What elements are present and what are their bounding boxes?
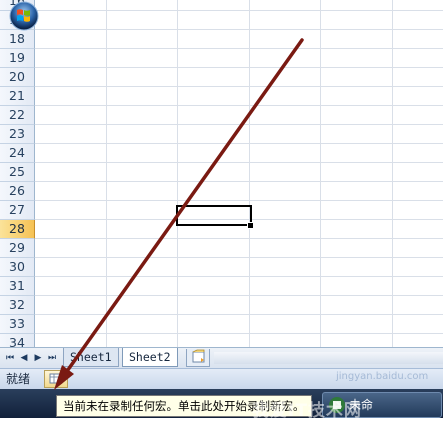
horizontal-scrollbar[interactable] [214, 352, 443, 364]
prev-sheet-nav-button[interactable]: ◀ [18, 351, 30, 365]
row-header[interactable]: 18 [0, 30, 35, 49]
insert-worksheet-icon [192, 349, 205, 363]
row-header[interactable]: 23 [0, 125, 35, 144]
row-header[interactable]: 33 [0, 315, 35, 334]
document-app-icon [329, 397, 345, 413]
row-header[interactable]: 21 [0, 87, 35, 106]
fill-handle[interactable] [247, 222, 254, 229]
grid-row: 24 [0, 144, 443, 163]
grid-row: 33 [0, 315, 443, 334]
row-header[interactable]: 31 [0, 277, 35, 296]
grid-row: 25 [0, 163, 443, 182]
row-header[interactable]: 32 [0, 296, 35, 315]
grid-row: 34 [0, 334, 443, 347]
status-ready-text: 就绪 [6, 372, 31, 386]
tab-sheet1[interactable]: Sheet1 [63, 348, 119, 367]
grid-row: 32 [0, 296, 443, 315]
taskbar-window-label: 未命 [349, 398, 374, 412]
macro-tooltip: 当前未在录制任何宏。单击此处开始录制新宏。 [56, 395, 312, 417]
selected-cell[interactable] [176, 205, 252, 226]
grid-row: 26 [0, 182, 443, 201]
status-bar: 就绪 [0, 368, 443, 389]
record-macro-icon [49, 373, 63, 385]
column-divider [249, 0, 250, 347]
insert-sheet-button[interactable] [186, 349, 210, 367]
grid-row: 20 [0, 68, 443, 87]
grid-row: 30 [0, 258, 443, 277]
row-header[interactable]: 19 [0, 49, 35, 68]
row-header[interactable]: 28 [0, 220, 35, 239]
column-divider [392, 0, 393, 347]
record-macro-button[interactable] [44, 370, 68, 388]
row-header[interactable]: 25 [0, 163, 35, 182]
sheet-tab-bar: ⏮ ◀ ▶ ⏭ Sheet1 Sheet2 [0, 347, 443, 369]
next-sheet-nav-button[interactable]: ▶ [32, 351, 44, 365]
grid-row: 23 [0, 125, 443, 144]
row-header[interactable]: 24 [0, 144, 35, 163]
taskbar-window-button[interactable]: 未命 [322, 392, 442, 418]
grid-row: 22 [0, 106, 443, 125]
column-divider [106, 0, 107, 347]
row-header[interactable]: 26 [0, 182, 35, 201]
row-header[interactable]: 27 [0, 201, 35, 220]
column-divider [177, 0, 178, 347]
row-header[interactable]: 34 [0, 334, 35, 347]
grid-row: 19 [0, 49, 443, 68]
last-sheet-nav-button[interactable]: ⏭ [46, 351, 58, 365]
grid-row: 21 [0, 87, 443, 106]
row-header[interactable]: 22 [0, 106, 35, 125]
grid-row: 31 [0, 277, 443, 296]
start-button[interactable] [6, 0, 42, 32]
worksheet-grid[interactable]: 1617181920212223242526272829303132333435 [0, 0, 443, 347]
grid-row: 16 [0, 0, 443, 11]
column-divider [320, 0, 321, 347]
grid-row: 17 [0, 11, 443, 30]
windows-start-orb-icon [9, 1, 39, 31]
first-sheet-nav-button[interactable]: ⏮ [4, 351, 16, 365]
row-header[interactable]: 30 [0, 258, 35, 277]
row-header[interactable]: 29 [0, 239, 35, 258]
grid-row: 18 [0, 30, 443, 49]
row-header[interactable]: 20 [0, 68, 35, 87]
tab-sheet2[interactable]: Sheet2 [122, 348, 178, 367]
grid-row: 29 [0, 239, 443, 258]
